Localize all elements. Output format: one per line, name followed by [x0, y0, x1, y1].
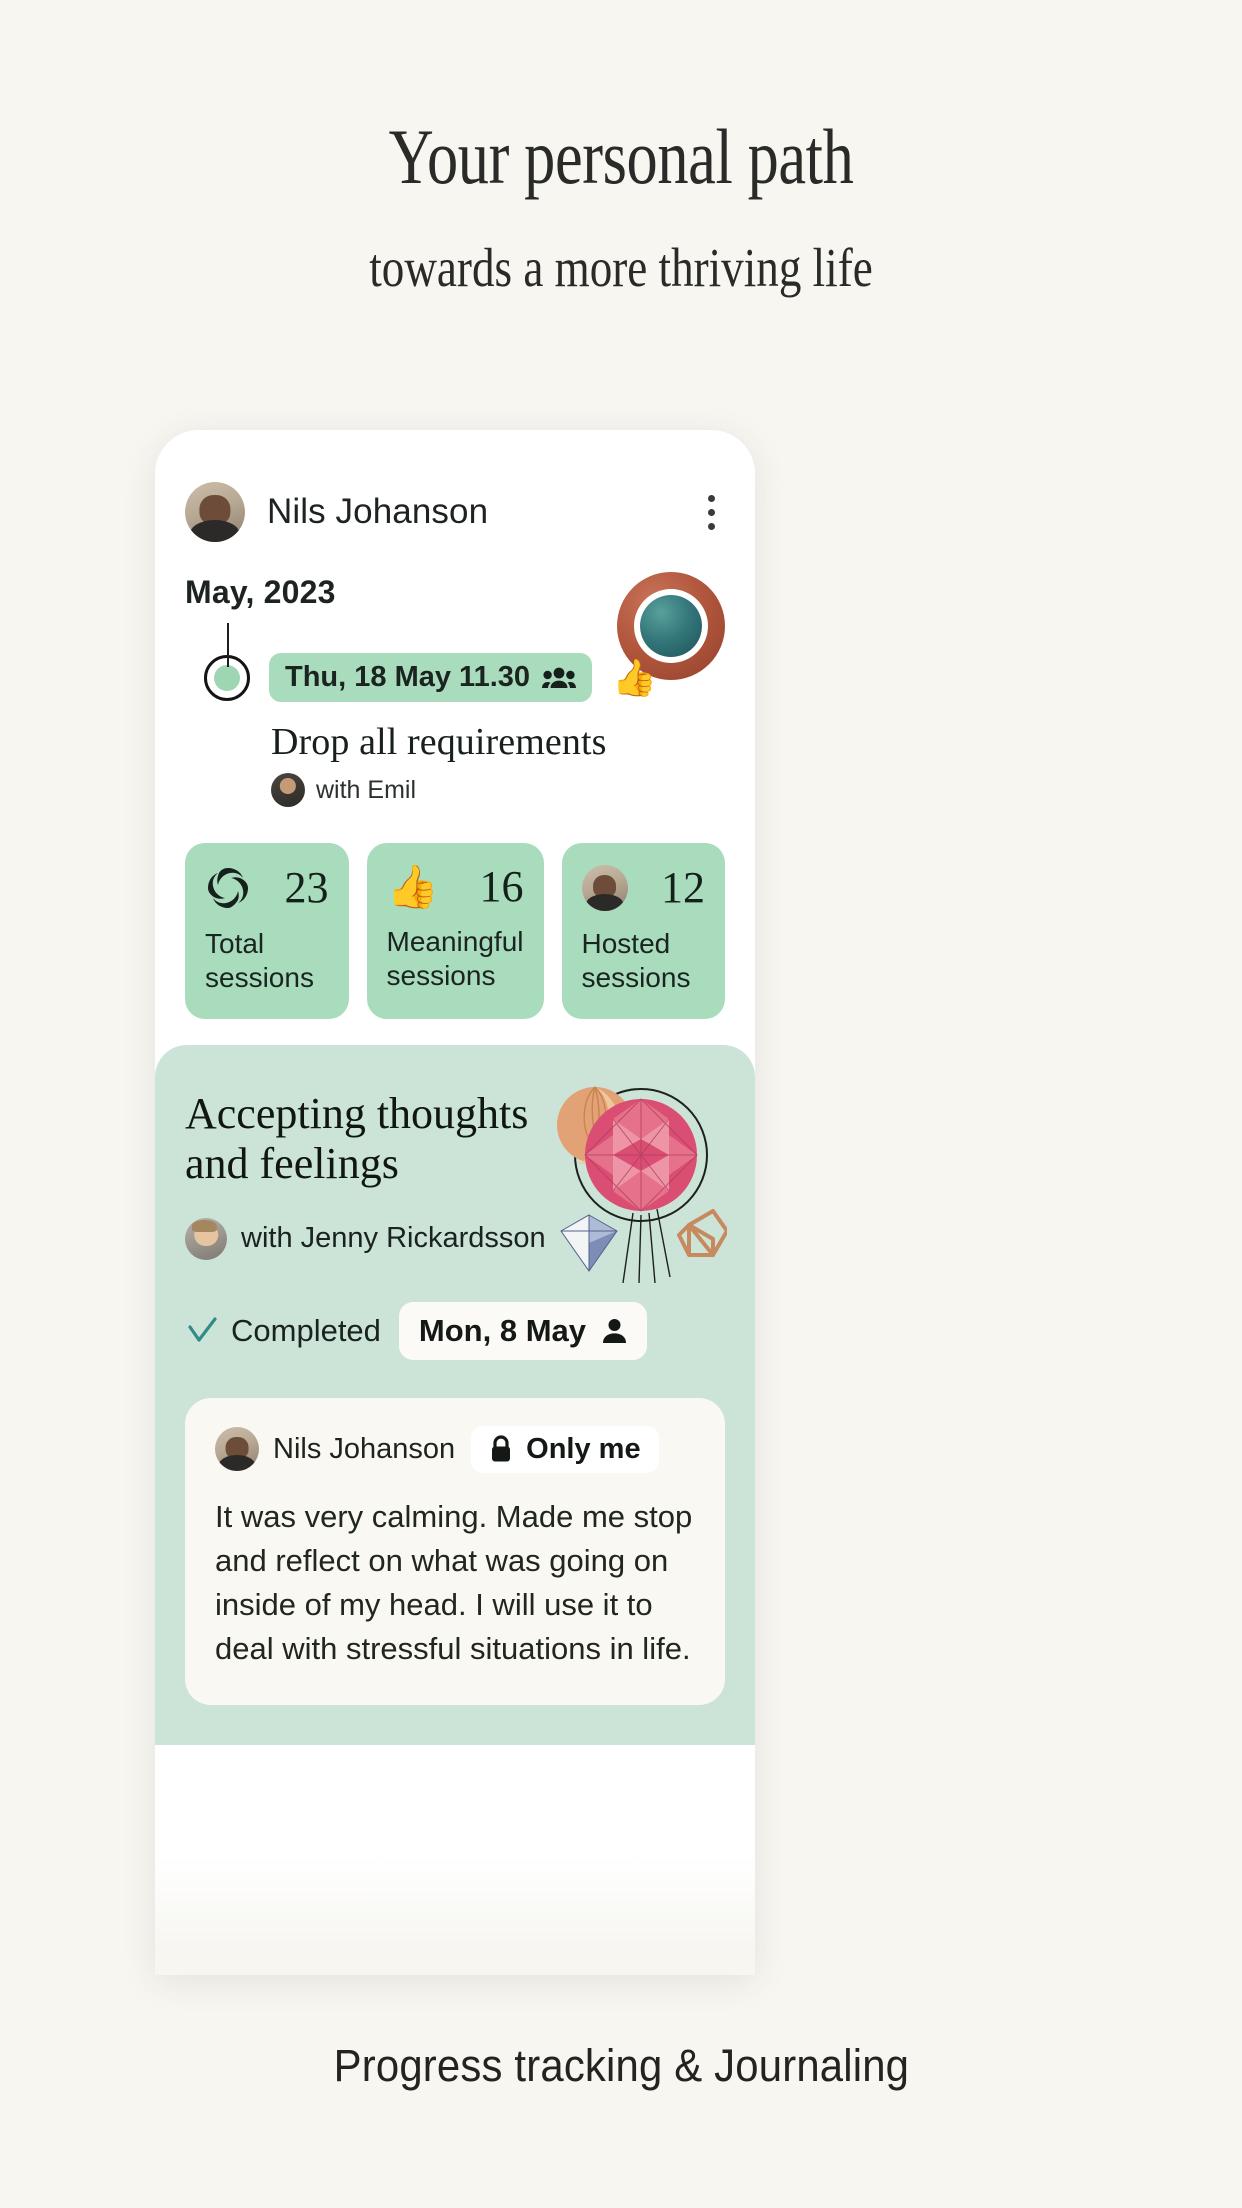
session-title: Drop all requirements [271, 721, 607, 763]
swirl-logo-icon [205, 865, 251, 911]
reaction-thumbs-up-icon: 👍 [612, 656, 657, 698]
lesson-status-label: Completed [231, 1312, 381, 1348]
geometric-paper-shapes-illustration [537, 1063, 729, 1284]
profile-panel: Nils Johanson May, 2023 Thu, 18 May 11.3… [155, 430, 755, 807]
stat-label-line2: sessions [205, 962, 314, 994]
stat-label: Hosted sessions [582, 927, 706, 995]
stat-card-hosted-sessions[interactable]: 12 Hosted sessions [561, 843, 726, 1020]
thumbs-up-emoji-icon: 👍 [386, 863, 439, 910]
hero-section: Your personal path towards a more thrivi… [0, 0, 1242, 298]
session-host-label: with Emil [316, 775, 417, 804]
check-icon [188, 1317, 217, 1342]
stat-value: 12 [661, 863, 706, 912]
lesson-status-row: Completed Mon, 8 May [185, 1301, 725, 1360]
avatar [185, 1217, 227, 1260]
journal-body-text: It was very calming. Made me stop and re… [215, 1498, 693, 1666]
profile-header-row: Nils Johanson [185, 482, 725, 542]
avatar [271, 773, 305, 807]
stat-card-top: 23 [205, 865, 329, 911]
stat-card-top: 12 [581, 863, 706, 912]
lesson-date-label: Mon, 8 May [418, 1312, 587, 1348]
avatar [215, 1427, 259, 1472]
stat-label-line1: Meaningful [386, 926, 524, 957]
stat-label: Total sessions [205, 927, 329, 995]
stat-label-line1: Total [205, 928, 265, 959]
stat-value: 16 [479, 862, 524, 911]
lesson-date-pill[interactable]: Mon, 8 May [398, 1301, 648, 1360]
timeline-connector [227, 623, 229, 667]
stat-card-total-sessions[interactable]: 23 Total sessions [185, 843, 349, 1020]
page-subtitle: towards a more thriving life [369, 237, 873, 298]
timeline-entry[interactable]: Thu, 18 May 11.30 👍 [185, 623, 725, 702]
stat-card-meaningful-sessions[interactable]: 👍 16 Meaningful sessions [366, 843, 544, 1020]
phone-bottom-fade [155, 1855, 755, 1975]
avatar [581, 865, 628, 911]
timeline: Thu, 18 May 11.30 👍 Drop all requirement… [185, 623, 725, 807]
page-title: Your personal path [388, 113, 854, 200]
stats-row: 23 Total sessions 👍 16 Meaningful sessio… [155, 843, 755, 1063]
stat-label-line2: sessions [581, 962, 691, 994]
phone-mockup: Nils Johanson May, 2023 Thu, 18 May 11.3… [155, 430, 755, 1975]
stat-label-line1: Hosted [581, 928, 671, 959]
stat-label: Meaningful sessions [387, 925, 524, 993]
kebab-menu-icon[interactable] [698, 487, 725, 538]
session-date-pill[interactable]: Thu, 18 May 11.30 [269, 653, 593, 702]
stat-label-line2: sessions [386, 960, 496, 992]
journal-header: Nils Johanson Only me [215, 1425, 695, 1473]
journal-visibility-badge[interactable]: Only me [471, 1425, 659, 1473]
profile-name: Nils Johanson [267, 492, 489, 531]
footer-caption-text: Progress tracking & Journaling [333, 2040, 909, 2091]
journal-author: Nils Johanson [273, 1432, 456, 1465]
footer-caption: Progress tracking & Journaling [0, 2040, 1242, 2092]
journal-entry-card[interactable]: Nils Johanson Only me It was very calmin… [185, 1397, 725, 1705]
session-date-label: Thu, 18 May 11.30 [285, 661, 531, 693]
session-host-row: with Emil [271, 773, 725, 807]
lock-icon [492, 1435, 511, 1462]
stat-value: 23 [284, 863, 329, 912]
people-group-icon [542, 667, 577, 688]
lesson-panel: Accepting thoughts and feelings with Jen… [155, 1045, 755, 1746]
person-icon [603, 1318, 627, 1343]
stat-card-top: 👍 16 [387, 865, 524, 909]
journal-visibility-label: Only me [526, 1432, 641, 1465]
avatar [185, 482, 245, 542]
lesson-host-label: with Jenny Rickardsson [241, 1222, 546, 1255]
